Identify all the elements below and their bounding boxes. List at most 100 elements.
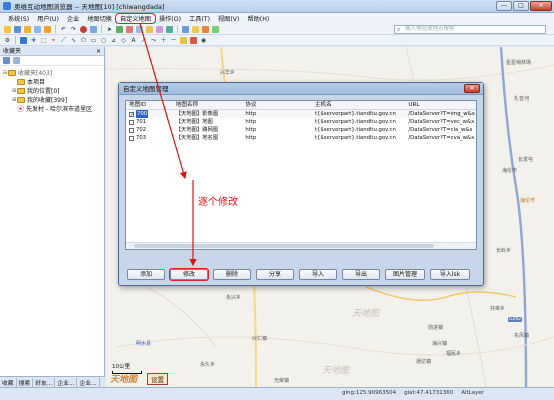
close-button[interactable]: ✕	[530, 1, 552, 11]
panel-close-icon[interactable]: ✕	[96, 47, 101, 56]
settings-button[interactable]: 设置	[147, 373, 168, 385]
delete-button[interactable]: 删除	[213, 269, 251, 280]
edit-icon[interactable]	[44, 25, 51, 33]
menu-enterprise[interactable]: 企业	[63, 14, 83, 23]
map-icon[interactable]	[202, 25, 209, 33]
export-button[interactable]: 导出	[342, 269, 380, 280]
arrow-icon[interactable]: ↗	[140, 37, 147, 44]
grid-icon[interactable]	[90, 25, 97, 33]
edit-button[interactable]: 修改	[169, 268, 209, 281]
scrollbar-thumb[interactable]	[134, 244, 434, 248]
window-controls: — □ ✕	[496, 1, 552, 11]
circle-icon[interactable]: ○	[100, 37, 107, 44]
pin-icon[interactable]: ⌖	[50, 37, 57, 44]
tab-search[interactable]: 搜索	[17, 377, 34, 387]
ruler-icon[interactable]: ⊿	[110, 37, 117, 44]
cloud-icon[interactable]	[212, 25, 219, 33]
column-header-host[interactable]: 主机名	[313, 101, 406, 109]
menu-system[interactable]: 系统(S)	[4, 14, 33, 23]
settings-gear-icon[interactable]: ⚙	[4, 37, 11, 44]
cursor-icon[interactable]: ➤	[106, 26, 113, 33]
zoom-out-icon[interactable]: －	[170, 37, 177, 44]
tab-enterprise-2[interactable]: 企业...	[77, 377, 100, 387]
row-checkbox[interactable]	[129, 119, 134, 125]
map-watermark: 天地图	[322, 366, 350, 376]
delete-icon[interactable]	[190, 36, 197, 44]
map-label: 扎音河	[514, 96, 530, 102]
share-button[interactable]: 分享	[256, 269, 294, 280]
menu-view[interactable]: 视图(V)	[214, 14, 243, 23]
favorite-icon[interactable]	[24, 25, 31, 33]
menu-custom-map[interactable]: 自定义地图	[115, 13, 156, 24]
column-header-url[interactable]: URL	[406, 101, 476, 109]
dialog-title: 自定义地图管理	[123, 85, 169, 93]
add-button[interactable]: 添加	[127, 269, 165, 280]
route-plan-icon[interactable]: ⤳	[150, 37, 157, 44]
menu-user[interactable]: 用户(U)	[33, 14, 63, 23]
image-manage-button[interactable]: 图片管理	[385, 269, 425, 280]
minimize-button[interactable]: —	[496, 1, 512, 11]
tree-node-my-favorites[interactable]: ⊞ 我的收藏[399]	[0, 95, 104, 104]
rectangle-icon[interactable]: ▭	[90, 37, 97, 44]
shape-icon[interactable]	[156, 25, 163, 33]
sync-icon[interactable]	[166, 25, 173, 33]
row-checkbox[interactable]	[129, 135, 134, 141]
list-icon[interactable]	[13, 57, 20, 64]
route-icon[interactable]	[136, 25, 143, 33]
layer-icon[interactable]	[34, 25, 41, 33]
column-header-protocol[interactable]: 协议	[243, 101, 313, 109]
tab-enterprise[interactable]: 企业...	[55, 377, 78, 387]
area-icon[interactable]: ◇	[120, 37, 127, 44]
line-icon[interactable]: ／	[60, 37, 67, 44]
tree-node-place[interactable]: ⦿ 先发村 - 哈尔滨市道里区	[0, 104, 104, 114]
record-icon[interactable]	[80, 25, 87, 33]
measure-icon[interactable]	[116, 25, 123, 33]
tab-friends[interactable]: 好友...	[33, 377, 56, 387]
polyline-icon[interactable]: ∿	[70, 37, 77, 44]
search-favorites-icon[interactable]	[3, 57, 10, 64]
row-checkbox[interactable]: ✓	[129, 111, 134, 117]
zoom-in-icon[interactable]: ＋	[160, 37, 167, 44]
select-icon[interactable]: ⬚	[40, 37, 47, 44]
row-name: 【天地图】地图	[175, 119, 213, 125]
panel-tabs: 收藏 搜索 好友... 企业... 企业...	[0, 376, 105, 387]
text-icon[interactable]: A	[130, 37, 137, 44]
map-label: 星星哨林场	[506, 60, 532, 66]
row-host: t{$serverpart}.tianditu.gov.cn	[314, 127, 396, 133]
table-row[interactable]: 702 【天地图】路网图 http t{$serverpart}.tiandit…	[126, 126, 476, 134]
export-icon[interactable]	[182, 25, 189, 33]
menu-tools[interactable]: 工具(T)	[185, 14, 214, 23]
table-row[interactable]: 701 【天地图】地图 http t{$serverpart}.tianditu…	[126, 118, 476, 126]
compass-icon[interactable]: ◉	[200, 37, 207, 44]
tree-node-my-location[interactable]: ⊞ 我的位置[0]	[0, 86, 104, 95]
dialog-close-button[interactable]: ✕	[464, 84, 480, 93]
column-header-id[interactable]: 地图ID	[126, 101, 174, 109]
menu-map-switch[interactable]: 地图切换	[83, 14, 116, 23]
table-row[interactable]: 703 【天地图】地名图 http t{$serverpart}.tiandit…	[126, 134, 476, 142]
menu-operation[interactable]: 操作(O)	[155, 14, 185, 23]
undo-icon[interactable]: ↶	[60, 26, 67, 33]
open-folder-icon[interactable]	[4, 25, 11, 33]
image-icon[interactable]	[192, 25, 199, 33]
row-checkbox[interactable]	[129, 127, 134, 133]
column-header-name[interactable]: 地图名称	[174, 101, 244, 109]
polygon-icon[interactable]: ⬠	[80, 37, 87, 44]
tree-node-root[interactable]: ⊟ 收藏夹[403]	[0, 68, 104, 77]
redo-icon[interactable]: ↷	[70, 26, 77, 33]
horizontal-scrollbar[interactable]	[126, 242, 476, 249]
table-row[interactable]: ✓ 700 【天地图】影像图 http t{$serverpart}.tiand…	[126, 110, 476, 118]
pointer-icon[interactable]: ✚	[30, 37, 37, 44]
maximize-button[interactable]: □	[513, 1, 529, 11]
save-icon[interactable]	[14, 25, 21, 33]
menu-help[interactable]: 帮助(H)	[243, 14, 273, 23]
star-icon[interactable]	[146, 25, 153, 33]
marker-icon[interactable]	[126, 25, 133, 33]
tab-favorites[interactable]: 收藏	[0, 377, 17, 387]
tree-node-project[interactable]: 本项目	[0, 77, 104, 86]
bookmark-icon[interactable]	[180, 36, 187, 44]
search-input[interactable]: ⌕ 输入地址或地点搜索	[394, 25, 546, 34]
row-host: t{$serverpart}.tianditu.gov.cn	[314, 135, 396, 141]
import-button[interactable]: 导入	[299, 269, 337, 280]
import-lsk-button[interactable]: 导入lsk	[430, 269, 470, 280]
pan-icon[interactable]	[20, 36, 27, 44]
